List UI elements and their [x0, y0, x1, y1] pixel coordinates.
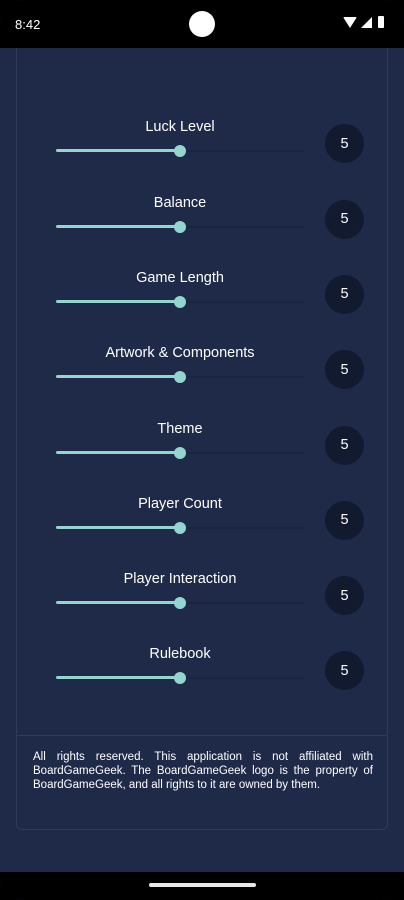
slider-track-fill [56, 525, 180, 529]
slider-track-fill [56, 224, 180, 228]
disclaimer-text: All rights reserved. This application is… [33, 751, 373, 791]
battery-icon [378, 16, 384, 28]
rating-value-badge: 5 [325, 274, 364, 314]
rating-label: Player Interaction [123, 571, 237, 588]
rating-value-badge: 5 [325, 199, 364, 239]
rating-value-badge: 5 [325, 350, 364, 390]
app-screen: Complexity5Luck Level5Balance5Game Lengt… [0, 0, 404, 900]
slider-thumb[interactable] [174, 220, 186, 233]
slider-track-fill [56, 450, 180, 454]
rating-slider[interactable] [56, 295, 304, 309]
status-bar: 8:42 [0, 0, 404, 48]
rating-label: Theme [157, 420, 203, 437]
wifi-icon [343, 16, 357, 28]
rating-value-badge: 5 [325, 576, 364, 616]
status-time: 8:42 [15, 17, 41, 32]
camera-cutout [189, 11, 215, 37]
slider-track-fill [56, 375, 180, 379]
slider-thumb[interactable] [174, 521, 186, 534]
slider-thumb[interactable] [174, 295, 186, 308]
rating-slider[interactable] [56, 370, 304, 384]
rating-label: Artwork & Components [105, 345, 255, 362]
rating-value-badge: 5 [325, 124, 364, 164]
status-icons [343, 16, 384, 28]
rating-slider[interactable] [56, 446, 304, 460]
rating-slider[interactable] [56, 596, 304, 610]
rating-row: Player Interaction 5 [0, 570, 404, 645]
slider-thumb[interactable] [174, 672, 186, 685]
signal-icon [361, 16, 372, 28]
rating-row: Game Length 5 [0, 269, 404, 344]
rating-row: Balance 5 [0, 194, 404, 269]
rating-row: Artwork & Components 5 [0, 344, 404, 419]
slider-thumb[interactable] [174, 597, 186, 610]
slider-track-fill [56, 149, 180, 153]
rating-row: Theme 5 [0, 420, 404, 495]
rating-row: Luck Level 5 [0, 118, 404, 193]
rating-slider[interactable] [56, 521, 304, 535]
rating-label: Balance [153, 194, 207, 211]
rating-slider[interactable] [56, 220, 304, 234]
home-indicator[interactable] [149, 883, 256, 887]
slider-thumb[interactable] [174, 145, 186, 158]
rating-value-badge: 5 [325, 651, 364, 691]
rating-label: Luck Level [145, 119, 215, 136]
slider-thumb[interactable] [174, 446, 186, 459]
slider-thumb[interactable] [174, 371, 186, 384]
rating-value-badge: 5 [325, 425, 364, 465]
slider-track-fill [56, 676, 180, 680]
slider-track-fill [56, 299, 180, 303]
rating-row: Rulebook 5 [0, 645, 404, 720]
rating-slider[interactable] [56, 144, 304, 158]
rating-label: Player Count [138, 495, 222, 512]
rating-label: Rulebook [149, 646, 211, 663]
navigation-bar [0, 872, 404, 900]
rating-slider[interactable] [56, 671, 304, 685]
rating-row: Player Count 5 [0, 495, 404, 570]
card-divider [17, 735, 387, 736]
rating-label: Game Length [136, 269, 224, 286]
rating-value-badge: 5 [325, 500, 364, 540]
slider-track-fill [56, 601, 180, 605]
